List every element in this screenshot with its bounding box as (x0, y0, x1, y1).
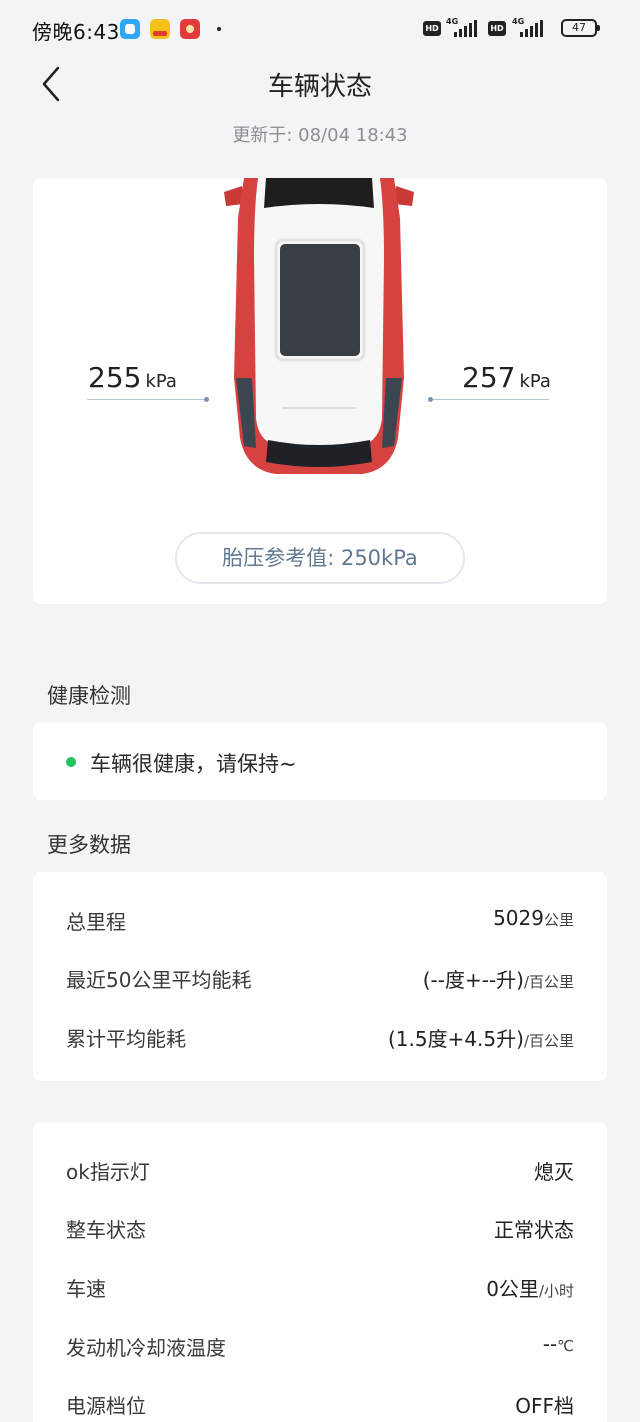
data-row: 最近50公里平均能耗 (--度+--升)/百公里 (66, 964, 574, 994)
indicator-dot (204, 397, 209, 402)
update-time: 更新于: 08/04 18:43 (232, 125, 408, 146)
data-row: 累计平均能耗 (1.5度+4.5升)/百公里 (66, 1023, 574, 1053)
status-label: 发动机冷却液温度 (66, 1336, 226, 1360)
hd-icon: HD (423, 21, 441, 36)
health-status-dot (66, 757, 76, 767)
health-status-text: 车辆很健康，请保持~ (90, 752, 297, 776)
signal-icon: 4G (446, 17, 477, 39)
status-label: 整车状态 (66, 1218, 146, 1242)
page-title: 车辆状态 (267, 72, 372, 102)
app-notification-icon (150, 19, 170, 39)
data-row: 总里程 5029公里 (66, 906, 574, 936)
status-label: 电源档位 (66, 1394, 146, 1418)
status-bar: 傍晚6:43 HD 4G HD 4G 47 (0, 0, 640, 60)
status-time: 傍晚6:43 (32, 20, 120, 44)
status-value: 0公里/小时 (486, 1277, 574, 1301)
tire-pressure-card: 255 kPa 257 kPa 胎压参考值: 250kPa (33, 178, 607, 604)
data-value: (1.5度+4.5升)/百公里 (387, 1027, 574, 1051)
data-value: (--度+--升)/百公里 (422, 968, 574, 992)
signal-icon: 4G (512, 17, 543, 39)
health-section-title: 健康检测 (47, 684, 131, 708)
app-notification-icon (120, 19, 140, 39)
indicator-dot (428, 397, 433, 402)
vehicle-status-card: ok指示灯 熄灭 整车状态 正常状态 车速 0公里/小时 发动机冷却液温度 --… (33, 1122, 607, 1422)
hd-icon: HD (488, 21, 506, 36)
reference-pressure-badge: 胎压参考值: 250kPa (175, 532, 465, 584)
status-label: ok指示灯 (66, 1160, 150, 1184)
status-value: OFF档 (515, 1394, 574, 1418)
more-notifications-icon (217, 27, 221, 31)
status-row: 整车状态 正常状态 (66, 1214, 574, 1244)
health-card: 车辆很健康，请保持~ (33, 722, 607, 800)
status-row: 发动机冷却液温度 --℃ (66, 1332, 574, 1362)
status-value: 熄灭 (534, 1160, 574, 1184)
status-row: 电源档位 OFF档 (66, 1390, 574, 1420)
data-label: 最近50公里平均能耗 (66, 968, 252, 992)
status-value: 正常状态 (494, 1218, 574, 1242)
car-top-view-image (224, 178, 414, 474)
battery-icon: 47 (561, 19, 600, 37)
front-right-tire-pressure: 257 kPa (462, 361, 551, 394)
status-row: ok指示灯 熄灭 (66, 1156, 574, 1186)
front-left-tire-pressure: 255 kPa (88, 361, 177, 394)
divider (87, 399, 205, 400)
data-label: 累计平均能耗 (66, 1027, 186, 1051)
more-data-section-title: 更多数据 (47, 833, 131, 857)
more-data-card: 总里程 5029公里 最近50公里平均能耗 (--度+--升)/百公里 累计平均… (33, 872, 607, 1081)
status-row: 车速 0公里/小时 (66, 1273, 574, 1303)
status-label: 车速 (66, 1277, 106, 1301)
data-value: 5029公里 (493, 906, 574, 930)
data-label: 总里程 (66, 910, 126, 934)
app-notification-icon (180, 19, 200, 39)
status-value: --℃ (542, 1332, 574, 1356)
divider (431, 399, 549, 400)
